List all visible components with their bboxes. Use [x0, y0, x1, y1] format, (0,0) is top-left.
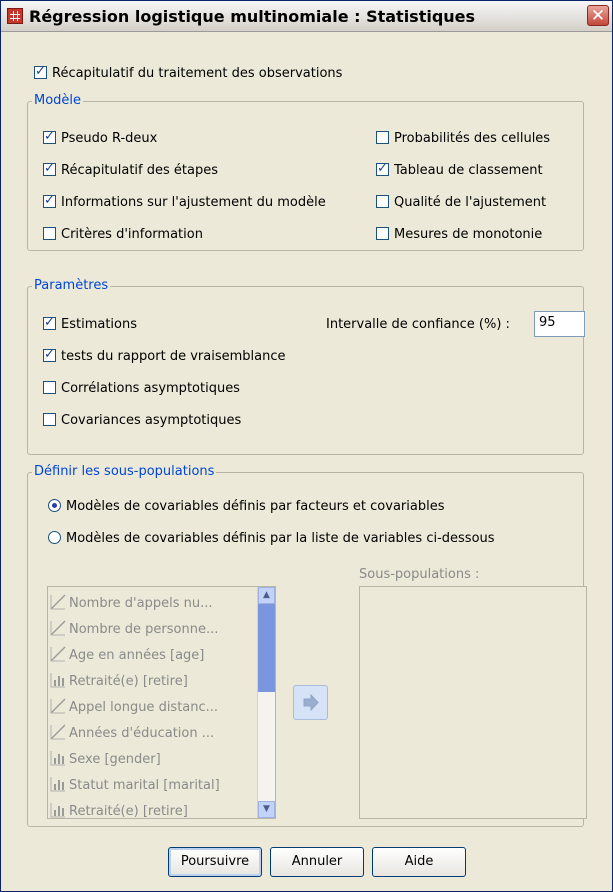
scroll-down-icon[interactable]: ▼ — [258, 801, 275, 818]
list-item[interactable]: Age en années [age] — [48, 643, 275, 669]
list-item[interactable]: Années d'éducation ... — [48, 721, 275, 747]
close-button[interactable]: ✕ — [587, 5, 609, 26]
list-item[interactable]: Sexe [gender] — [48, 747, 275, 773]
checkbox-box[interactable] — [376, 131, 389, 144]
list-item[interactable]: Nombre de personne... — [48, 617, 275, 643]
window-title: Régression logistique multinomiale : Sta… — [29, 7, 476, 26]
scale-variable-icon — [50, 594, 66, 609]
statistics-dialog: Régression logistique multinomiale : Sta… — [0, 0, 613, 892]
scale-variable-icon — [50, 620, 66, 635]
checkbox-label: Mesures de monotonie — [394, 227, 543, 242]
subpopulations-list-label: Sous-populations : — [359, 567, 480, 582]
checkbox-label: Critères d'information — [61, 227, 203, 242]
checkbox-label: Covariances asymptotiques — [61, 413, 242, 428]
checkbox-label: Qualité de l'ajustement — [394, 195, 547, 210]
checkbox-box[interactable] — [376, 160, 389, 178]
list-item[interactable]: Statut marital [marital] — [48, 773, 275, 799]
checkbox-label: Pseudo R-deux — [61, 131, 158, 146]
checkbox-label: tests du rapport de vraisemblance — [61, 349, 286, 364]
variable-label: Retraité(e) [retire] — [69, 674, 188, 689]
radio-label: Modèles de covariables définis par la li… — [66, 531, 495, 546]
checkbox-box[interactable] — [376, 195, 389, 208]
variable-label: Statut marital [marital] — [69, 778, 220, 793]
scroll-track[interactable] — [258, 692, 275, 801]
asymptotic-covariances-checkbox[interactable]: Covariances asymptotiques — [43, 412, 241, 430]
scroll-thumb[interactable] — [258, 604, 275, 692]
title-bar[interactable]: Régression logistique multinomiale : Sta… — [1, 1, 612, 32]
checkbox-box[interactable] — [34, 63, 47, 81]
list-item[interactable]: Appel longue distanc... — [48, 695, 275, 721]
variable-label: Age en années [age] — [69, 648, 205, 663]
list-item[interactable]: Nombre d'appels nu... — [48, 591, 275, 617]
pseudo-r2-checkbox[interactable]: Pseudo R-deux — [43, 128, 158, 148]
step-summary-checkbox[interactable]: Récapitulatif des étapes — [43, 160, 218, 180]
help-button[interactable]: Aide — [372, 847, 466, 877]
cell-probabilities-checkbox[interactable]: Probabilités des cellules — [376, 130, 550, 148]
checkbox-box[interactable] — [43, 413, 56, 426]
classification-table-checkbox[interactable]: Tableau de classement — [376, 160, 543, 180]
confidence-interval-label: Intervalle de confiance (%) : — [326, 317, 510, 332]
spss-table-icon — [7, 8, 23, 24]
model-group-title: Modèle — [32, 93, 84, 109]
checkbox-label: Corrélations asymptotiques — [61, 381, 240, 396]
scale-variable-icon — [50, 646, 66, 661]
checkbox-label: Informations sur l'ajustement du modèle — [61, 195, 326, 210]
asymptotic-correlations-checkbox[interactable]: Corrélations asymptotiques — [43, 380, 240, 398]
nominal-variable-icon — [50, 750, 65, 765]
arrow-right-icon — [303, 693, 319, 712]
scale-variable-icon — [50, 724, 66, 739]
scale-variable-icon — [50, 698, 66, 713]
checkbox-box[interactable] — [43, 160, 56, 178]
checkbox-label: Récapitulatif du traitement des observat… — [52, 66, 343, 81]
variable-label: Nombre de personne... — [69, 622, 219, 637]
parameters-group-title: Paramètres — [32, 278, 111, 294]
checkbox-label: Tableau de classement — [394, 163, 543, 178]
goodness-of-fit-checkbox[interactable]: Qualité de l'ajustement — [376, 194, 546, 212]
nominal-variable-icon — [50, 776, 65, 791]
factors-covariates-radio[interactable]: Modèles de covariables définis par facte… — [48, 498, 444, 516]
subpopulations-group-title: Définir les sous-populations — [32, 464, 217, 480]
checkbox-box[interactable] — [43, 346, 56, 364]
variable-label: Sexe [gender] — [69, 752, 161, 767]
likelihood-ratio-checkbox[interactable]: tests du rapport de vraisemblance — [43, 346, 286, 366]
nominal-variable-icon — [50, 672, 65, 687]
confidence-interval-input[interactable]: 95 — [534, 311, 585, 337]
checkbox-box[interactable] — [376, 227, 389, 240]
case-processing-checkbox[interactable]: Récapitulatif du traitement des observat… — [34, 63, 343, 83]
checkbox-box[interactable] — [43, 128, 56, 146]
checkbox-label: Récapitulatif des étapes — [61, 163, 218, 178]
subpopulations-list[interactable] — [359, 586, 587, 819]
radio-circle[interactable] — [48, 499, 61, 512]
radio-circle[interactable] — [48, 531, 61, 544]
info-criteria-checkbox[interactable]: Critères d'information — [43, 226, 203, 244]
model-fit-info-checkbox[interactable]: Informations sur l'ajustement du modèle — [43, 192, 326, 212]
variable-label: Appel longue distanc... — [69, 700, 219, 715]
monotonicity-checkbox[interactable]: Mesures de monotonie — [376, 226, 542, 244]
variable-source-list[interactable]: Nombre d'appels nu... Nombre de personne… — [47, 586, 276, 819]
variable-label: Nombre d'appels nu... — [69, 596, 213, 611]
variable-list-radio[interactable]: Modèles de covariables définis par la li… — [48, 530, 495, 548]
checkbox-label: Estimations — [61, 317, 138, 332]
checkbox-label: Probabilités des cellules — [394, 131, 551, 146]
variable-label: Retraité(e) [retire] — [69, 804, 188, 819]
move-to-subpopulations-button[interactable] — [293, 685, 328, 720]
variable-label: Années d'éducation ... — [69, 726, 215, 741]
checkbox-box[interactable] — [43, 314, 56, 332]
radio-label: Modèles de covariables définis par facte… — [66, 499, 445, 514]
scroll-up-icon[interactable]: ▲ — [258, 587, 275, 604]
list-item[interactable]: Retraité(e) [retire] — [48, 799, 275, 819]
cancel-button[interactable]: Annuler — [270, 847, 364, 877]
estimates-checkbox[interactable]: Estimations — [43, 314, 138, 334]
nominal-variable-icon — [50, 802, 65, 817]
checkbox-box[interactable] — [43, 381, 56, 394]
list-scrollbar[interactable]: ▲ ▼ — [257, 587, 275, 818]
list-item[interactable]: Retraité(e) [retire] — [48, 669, 275, 695]
continue-button[interactable]: Poursuivre — [168, 847, 262, 877]
checkbox-box[interactable] — [43, 227, 56, 240]
checkbox-box[interactable] — [43, 192, 56, 210]
